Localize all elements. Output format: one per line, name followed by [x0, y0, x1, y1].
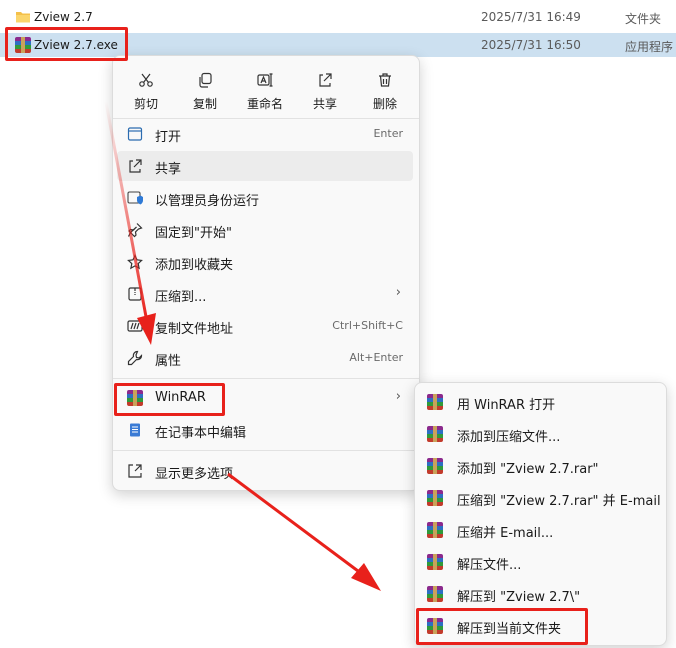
file-date: 2025/7/31 16:50 — [481, 38, 581, 52]
arrow-head-extract — [351, 563, 381, 591]
menu-divider — [113, 378, 419, 379]
share-icon — [129, 159, 142, 173]
file-row-folder[interactable]: Zview 2.7 2025/7/31 16:49 文件夹 — [0, 5, 676, 29]
file-type: 文件夹 — [625, 12, 662, 26]
menu-item-run-as-admin[interactable]: 以管理员身份运行 — [117, 183, 413, 213]
cut-button[interactable]: 剪切 — [121, 62, 171, 112]
context-menu: 剪切 复制 重命名 共享 删除 打开 Enter 共享 以管理员身份运行 固定到… — [112, 55, 420, 491]
submenu-item-add-to-rar[interactable]: 添加到 "Zview 2.7.rar" — [419, 451, 663, 481]
submenu-item-compress-email[interactable]: 压缩并 E-mail... — [419, 515, 663, 545]
shield-icon — [127, 191, 143, 205]
copy-button[interactable]: 复制 — [180, 62, 230, 112]
menu-item-more-options[interactable]: 显示更多选项 — [117, 456, 413, 486]
delete-button[interactable]: 删除 — [360, 62, 410, 112]
winrar-submenu: 用 WinRAR 打开 添加到压缩文件... 添加到 "Zview 2.7.ra… — [414, 382, 667, 646]
menu-item-add-favorites[interactable]: 添加到收藏夹 — [117, 247, 413, 277]
share-label: 共享 — [312, 97, 337, 111]
submenu-item-label: 添加到压缩文件... — [457, 430, 561, 445]
submenu-item-label: 解压到 "Zview 2.7\" — [457, 590, 581, 605]
copy-icon — [199, 72, 212, 88]
winrar-icon — [127, 390, 143, 406]
menu-item-label: 属性 — [155, 354, 182, 369]
open-icon — [127, 127, 143, 141]
share-icon — [319, 73, 332, 87]
file-name: Zview 2.7.exe — [34, 38, 118, 52]
winrar-icon — [427, 554, 443, 570]
submenu-item-extract-here[interactable]: 解压到当前文件夹 — [419, 611, 663, 641]
menu-item-label: 复制文件地址 — [155, 322, 234, 337]
submenu-item-open-with-winrar[interactable]: 用 WinRAR 打开 — [419, 387, 663, 417]
folder-icon — [16, 12, 30, 23]
path-icon — [127, 320, 143, 332]
more-options-icon — [128, 464, 142, 478]
menu-item-label: 压缩到... — [155, 290, 207, 305]
shortcut-text: Alt+Enter — [349, 351, 403, 364]
share-button[interactable]: 共享 — [300, 62, 350, 112]
menu-item-label: 打开 — [155, 130, 182, 145]
menu-item-pin-start[interactable]: 固定到"开始" — [117, 215, 413, 245]
winrar-icon — [427, 426, 443, 442]
menu-item-edit-notepad[interactable]: 在记事本中编辑 — [117, 415, 413, 445]
rename-button[interactable]: 重命名 — [240, 62, 290, 112]
menu-item-copy-path[interactable]: 复制文件地址 Ctrl+Shift+C — [117, 311, 413, 341]
winrar-icon — [427, 394, 443, 410]
wrench-icon — [127, 350, 143, 366]
file-row-exe[interactable]: Zview 2.7.exe 2025/7/31 16:50 应用程序 — [0, 33, 676, 57]
menu-item-label: 以管理员身份运行 — [155, 194, 260, 209]
menu-item-label: 固定到"开始" — [155, 226, 232, 241]
winrar-icon — [15, 37, 31, 53]
trash-icon — [379, 73, 391, 87]
cut-label: 剪切 — [133, 97, 158, 111]
chevron-right-icon: › — [395, 285, 401, 300]
star-icon — [127, 254, 143, 270]
menu-item-label: WinRAR — [155, 390, 206, 405]
winrar-icon — [427, 586, 443, 602]
submenu-item-label: 解压文件... — [457, 558, 522, 573]
menu-item-open[interactable]: 打开 Enter — [117, 119, 413, 149]
winrar-icon — [427, 618, 443, 634]
pin-icon — [127, 223, 143, 238]
submenu-item-compress-email-rar[interactable]: 压缩到 "Zview 2.7.rar" 并 E-mail — [419, 483, 663, 513]
rename-icon — [257, 73, 273, 87]
menu-item-label: 共享 — [155, 162, 182, 177]
winrar-icon — [427, 458, 443, 474]
winrar-icon — [427, 522, 443, 538]
menu-item-winrar[interactable]: WinRAR › — [117, 383, 413, 413]
file-date: 2025/7/31 16:49 — [481, 10, 581, 24]
archive-icon — [128, 287, 142, 301]
submenu-item-label: 压缩并 E-mail... — [457, 526, 554, 541]
submenu-item-label: 用 WinRAR 打开 — [457, 398, 556, 413]
submenu-item-extract-to-folder[interactable]: 解压到 "Zview 2.7\" — [419, 579, 663, 609]
submenu-item-extract-files[interactable]: 解压文件... — [419, 547, 663, 577]
menu-item-label: 显示更多选项 — [155, 467, 234, 482]
submenu-item-label: 压缩到 "Zview 2.7.rar" 并 E-mail — [457, 494, 661, 509]
notepad-icon — [130, 423, 140, 437]
file-type: 应用程序 — [625, 40, 674, 54]
submenu-item-label: 解压到当前文件夹 — [457, 622, 562, 637]
scissors-icon — [139, 73, 153, 87]
menu-divider — [113, 450, 419, 451]
rename-label: 重命名 — [246, 97, 283, 111]
chevron-right-icon: › — [395, 389, 401, 404]
menu-item-label: 在记事本中编辑 — [155, 426, 247, 441]
winrar-icon — [427, 490, 443, 506]
menu-item-compress-to[interactable]: 压缩到... › — [117, 279, 413, 309]
menu-item-label: 添加到收藏夹 — [155, 258, 234, 273]
delete-label: 删除 — [372, 97, 397, 111]
submenu-item-label: 添加到 "Zview 2.7.rar" — [457, 462, 599, 477]
menu-item-properties[interactable]: 属性 Alt+Enter — [117, 343, 413, 373]
file-name: Zview 2.7 — [34, 10, 93, 24]
menu-item-share[interactable]: 共享 — [117, 151, 413, 181]
shortcut-text: Ctrl+Shift+C — [332, 319, 403, 332]
copy-label: 复制 — [192, 97, 217, 111]
shortcut-text: Enter — [373, 127, 403, 140]
submenu-item-add-to-archive[interactable]: 添加到压缩文件... — [419, 419, 663, 449]
